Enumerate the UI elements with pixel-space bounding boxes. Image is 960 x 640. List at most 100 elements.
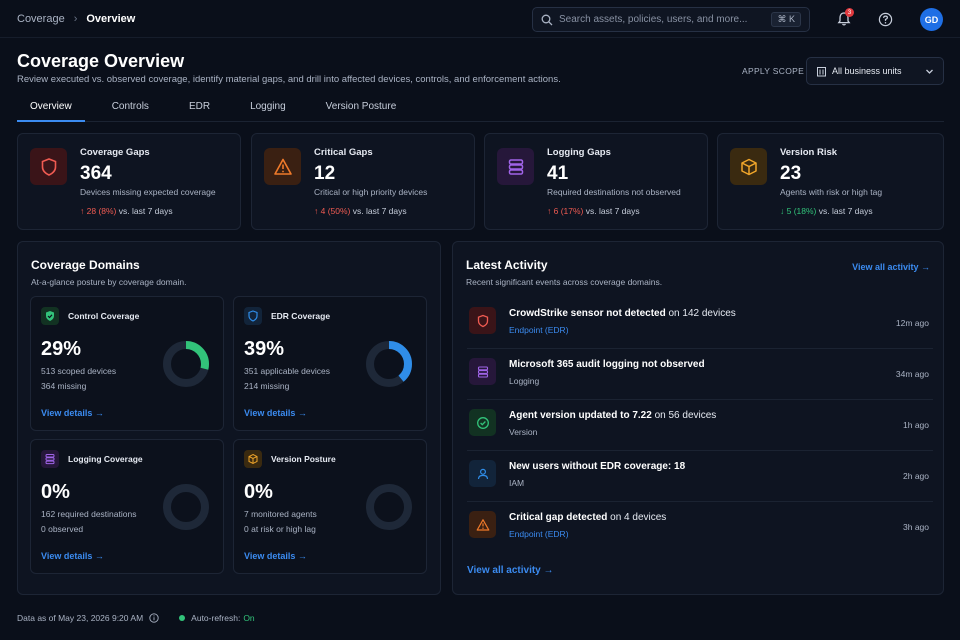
stat-icon-wrap <box>264 148 301 185</box>
domain-card-edr-coverage[interactable]: EDR Coverage 39% 351 applicable devices … <box>233 296 427 431</box>
stat-card-logging-gaps[interactable]: Logging Gaps 41 Required destinations no… <box>484 133 708 230</box>
stat-delta-suffix: vs. last 7 days <box>818 206 873 216</box>
domain-card-value: 0% <box>244 481 273 503</box>
stat-title: Critical Gaps <box>314 147 373 158</box>
activity-icon-wrap <box>469 460 496 487</box>
donut-track <box>163 484 209 530</box>
activity-category-link[interactable]: Endpoint (EDR) <box>509 325 569 335</box>
scope-select[interactable]: All business units <box>806 57 944 85</box>
arrow-up-icon: ↑ <box>314 206 321 216</box>
stat-value: 23 <box>780 163 802 184</box>
activity-item[interactable]: New users without EDR coverage: 18 IAM 2… <box>467 451 933 502</box>
view-all-activity-bottom-link[interactable]: View all activity → <box>467 565 554 576</box>
chevron-down-icon <box>926 69 933 74</box>
tab-bar: Overview Controls EDR Logging Version Po… <box>17 93 944 122</box>
stat-delta-value: 6 (17%) <box>553 206 584 216</box>
view-details-link[interactable]: View details → <box>244 408 307 418</box>
tab-controls[interactable]: Controls <box>99 93 162 122</box>
activity-category-link[interactable]: Endpoint (EDR) <box>509 529 569 539</box>
view-details-link[interactable]: View details → <box>41 408 104 418</box>
activity-title: New users without EDR coverage: 18 <box>509 461 686 472</box>
latest-activity-panel: Latest Activity Recent significant event… <box>452 241 944 595</box>
user-avatar[interactable]: GD <box>920 8 943 31</box>
panel-subtitle: Recent significant events across coverag… <box>466 277 663 287</box>
warning-icon <box>476 518 489 531</box>
activity-item[interactable]: Critical gap detected on 4 devices Endpo… <box>467 502 933 553</box>
activity-time: 1h ago <box>903 420 929 430</box>
tab-overview[interactable]: Overview <box>17 93 85 122</box>
activity-time: 12m ago <box>895 318 929 328</box>
panel-subtitle: At-a-glance posture by coverage domain. <box>31 277 187 287</box>
stat-description: Devices missing expected coverage <box>80 187 216 197</box>
activity-icon-wrap <box>469 358 496 385</box>
breadcrumb-coverage[interactable]: Coverage <box>17 13 65 25</box>
view-all-activity-link[interactable]: View all activity → <box>852 262 930 272</box>
autorefresh-value[interactable]: On <box>243 613 254 623</box>
coverage-domains-panel: Coverage Domains At-a-glance posture by … <box>17 241 441 595</box>
stat-delta: ↑ 28 (8%) vs. last 7 days <box>80 206 173 216</box>
stat-delta: ↑ 6 (17%) vs. last 7 days <box>547 206 640 216</box>
user-icon <box>477 468 488 479</box>
domain-card-line1: 7 monitored agents <box>244 509 317 519</box>
view-details-link[interactable]: View details → <box>41 551 104 561</box>
check-circle-icon <box>476 416 489 429</box>
search-input[interactable] <box>559 14 772 25</box>
donut-chart <box>366 341 412 387</box>
activity-time: 2h ago <box>903 471 929 481</box>
notification-count-badge: 3 <box>845 8 854 17</box>
stat-card-critical-gaps[interactable]: Critical Gaps 12 Critical or high priori… <box>251 133 475 230</box>
domain-card-line1: 162 required destinations <box>41 509 137 519</box>
domain-card-title: Version Posture <box>271 454 336 464</box>
info-icon[interactable] <box>149 613 159 623</box>
stat-delta-suffix: vs. last 7 days <box>352 206 407 216</box>
domain-card-line2: 0 at risk or high lag <box>244 524 316 534</box>
activity-item[interactable]: Microsoft 365 audit logging not observed… <box>467 349 933 400</box>
activity-title: CrowdStrike sensor not detected on 142 d… <box>509 308 736 319</box>
domain-card-line2: 214 missing <box>244 381 290 391</box>
stat-title: Coverage Gaps <box>80 147 150 158</box>
arrow-up-icon: ↑ <box>80 206 87 216</box>
stat-description: Required destinations not observed <box>547 187 681 197</box>
activity-time: 34m ago <box>895 369 929 379</box>
help-icon[interactable] <box>878 12 893 27</box>
activity-category: Version <box>509 427 538 437</box>
donut-chart <box>366 484 412 530</box>
activity-title: Microsoft 365 audit logging not observed <box>509 359 705 370</box>
stat-icon-wrap <box>30 148 67 185</box>
cube-icon <box>740 158 757 175</box>
stat-delta-value: 4 (50%) <box>320 206 351 216</box>
activity-item[interactable]: CrowdStrike sensor not detected on 142 d… <box>467 298 933 349</box>
tab-edr[interactable]: EDR <box>176 93 223 122</box>
stat-card-version-risk[interactable]: Version Risk 23 Agents with risk or high… <box>717 133 944 230</box>
breadcrumb-separator-icon: › <box>73 12 78 25</box>
stat-delta: ↑ 4 (50%) vs. last 7 days <box>314 206 407 216</box>
domain-card-logging-coverage[interactable]: Logging Coverage 0% 162 required destina… <box>30 439 224 574</box>
domain-card-control-coverage[interactable]: Control Coverage 29% 513 scoped devices … <box>30 296 224 431</box>
donut-track <box>366 484 412 530</box>
domain-card-version-posture[interactable]: Version Posture 0% 7 monitored agents 0 … <box>233 439 427 574</box>
building-icon <box>817 66 826 76</box>
tab-version-posture[interactable]: Version Posture <box>313 93 410 122</box>
global-search[interactable]: ⌘ K <box>532 7 810 32</box>
shield-icon <box>41 157 56 176</box>
footer-status: Data as of May 23, 2026 9:20 AM Auto-ref… <box>17 613 255 623</box>
activity-title: Agent version updated to 7.22 on 56 devi… <box>509 410 717 421</box>
stat-delta-suffix: vs. last 7 days <box>118 206 173 216</box>
stat-card-coverage-gaps[interactable]: Coverage Gaps 364 Devices missing expect… <box>17 133 241 230</box>
activity-item[interactable]: Agent version updated to 7.22 on 56 devi… <box>467 400 933 451</box>
activity-category: Logging <box>509 376 540 386</box>
activity-title: Critical gap detected on 4 devices <box>509 512 667 523</box>
domain-card-title: EDR Coverage <box>271 311 331 321</box>
domain-card-line2: 364 missing <box>41 381 87 391</box>
top-bar: Coverage › Overview <box>0 0 960 38</box>
domain-card-line2: 0 observed <box>41 524 84 534</box>
domain-icon-wrap <box>41 307 59 325</box>
autorefresh-status-dot <box>179 615 186 621</box>
tab-logging[interactable]: Logging <box>237 93 299 122</box>
scope-label: APPLY SCOPE <box>742 66 805 76</box>
stat-value: 41 <box>547 163 569 184</box>
stat-icon-wrap <box>497 148 534 185</box>
donut-chart <box>163 341 209 387</box>
view-details-link[interactable]: View details → <box>244 551 307 561</box>
page-subtitle: Review executed vs. observed coverage, i… <box>17 74 561 85</box>
